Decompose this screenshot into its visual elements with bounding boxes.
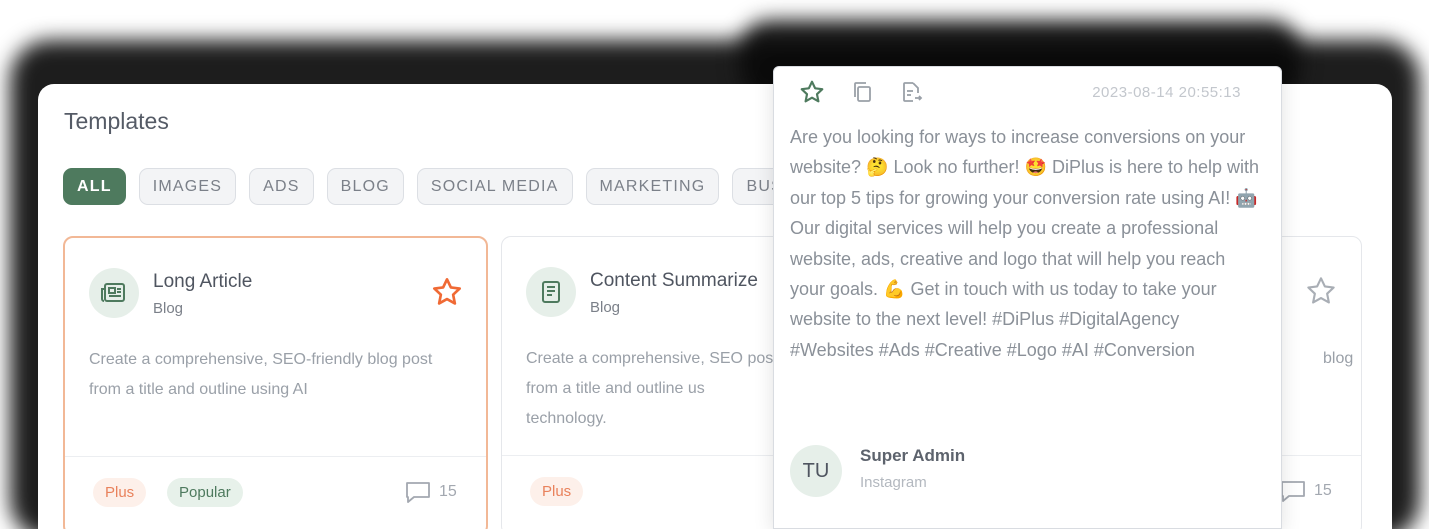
comment-icon <box>406 482 430 503</box>
comments-number: 15 <box>1314 482 1332 499</box>
post-text: Are you looking for ways to increase con… <box>790 127 1260 360</box>
template-card-long-article[interactable]: Long Article Blog Create a comprehensive… <box>63 236 488 529</box>
card-description: Create a comprehensive, SEO-friendly blo… <box>89 351 433 398</box>
filter-chip-marketing[interactable]: MARKETING <box>585 168 720 205</box>
comments-count[interactable]: 15 <box>405 480 457 504</box>
copy-icon[interactable] <box>850 80 874 104</box>
export-file-icon[interactable] <box>899 80 923 104</box>
filter-chip-ads[interactable]: ADS <box>249 168 314 205</box>
comments-number: 15 <box>439 483 457 500</box>
card-category: Blog <box>590 299 621 316</box>
post-source: Instagram <box>860 474 927 491</box>
filter-chip-all[interactable]: ALL <box>63 168 126 205</box>
filter-bar: ALL IMAGES ADS BLOG SOCIAL MEDIA MARKETI… <box>63 168 797 205</box>
card-description: Create a comprehensive, SEO post from a … <box>526 350 778 427</box>
newspaper-icon <box>89 268 139 318</box>
filter-chip-images[interactable]: IMAGES <box>138 168 237 205</box>
popup-toolbar <box>799 79 923 105</box>
post-preview-popup: 2023-08-14 20:55:13 Are you looking for … <box>773 66 1282 529</box>
author-name: Super Admin <box>860 446 966 465</box>
filter-chip-blog[interactable]: BLOG <box>326 168 404 205</box>
card-title: Content Summarize <box>590 270 758 291</box>
card-title: Long Article <box>153 271 253 292</box>
star-icon[interactable] <box>430 276 464 313</box>
comments-count[interactable]: 15 <box>1280 479 1332 503</box>
post-timestamp: 2023-08-14 20:55:13 <box>1092 84 1241 101</box>
popular-badge: Popular <box>167 478 243 507</box>
card-description: blog <box>1323 350 1354 367</box>
star-icon[interactable] <box>1304 275 1338 312</box>
comment-icon <box>1281 481 1305 502</box>
document-icon <box>526 267 576 317</box>
avatar: TU <box>790 445 842 497</box>
card-category: Blog <box>153 300 184 317</box>
plus-badge: Plus <box>530 477 584 506</box>
star-icon[interactable] <box>799 79 825 105</box>
filter-chip-social-media[interactable]: SOCIAL MEDIA <box>416 168 573 205</box>
plus-badge: Plus <box>93 478 147 507</box>
card-divider <box>65 456 486 457</box>
page-title: Templates <box>64 108 169 134</box>
